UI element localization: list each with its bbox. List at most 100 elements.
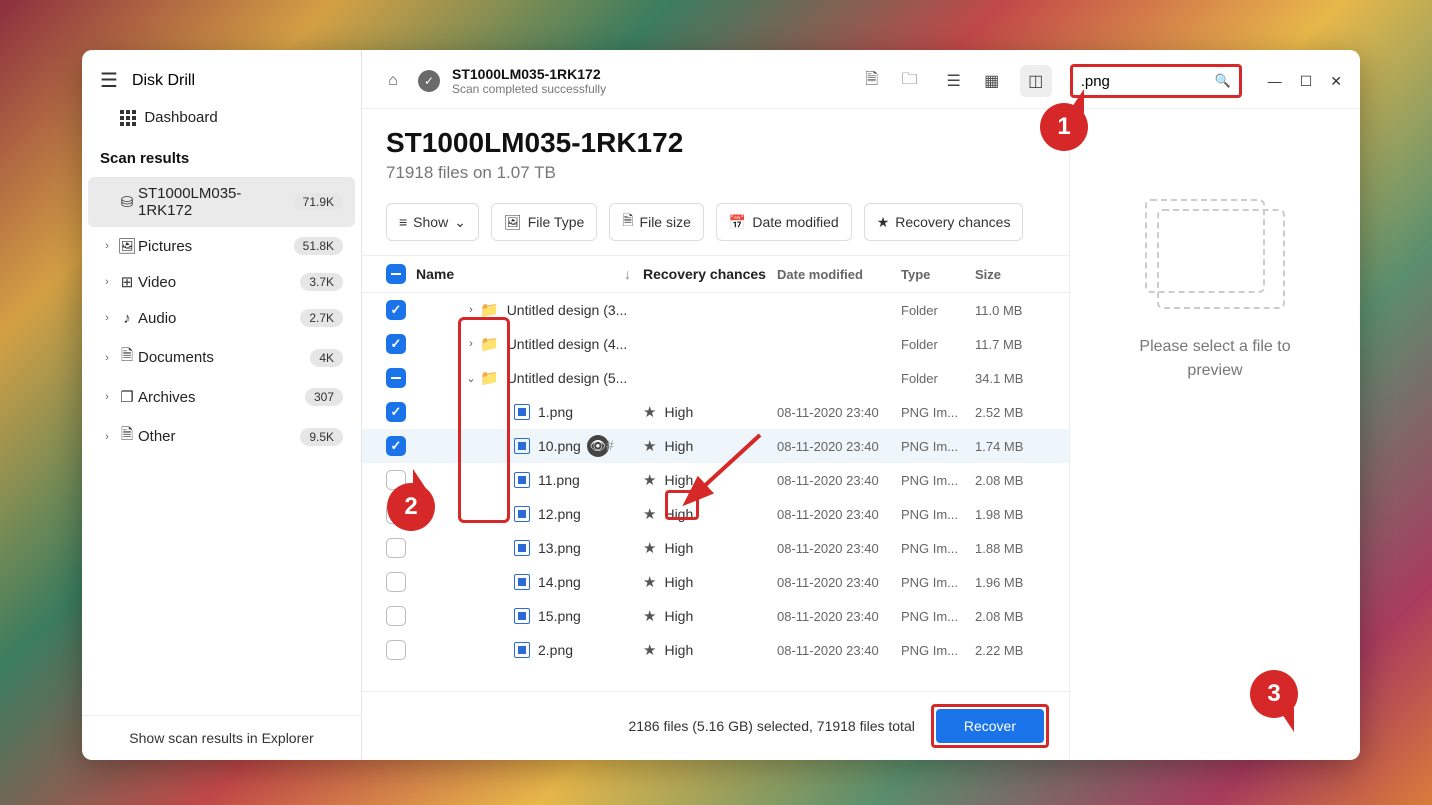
folder-icon[interactable]: 🗀 (894, 65, 926, 97)
drive-icon: ⛁ (116, 193, 138, 211)
file-icon (514, 472, 530, 488)
row-checkbox[interactable]: ✓ (386, 334, 406, 354)
file-name: Untitled design (3... (507, 302, 628, 318)
search-input[interactable] (1081, 73, 1215, 90)
annotation-1: 1 (1040, 103, 1088, 151)
list-view-icon[interactable]: ☰ (938, 65, 970, 97)
grid-view-icon[interactable]: ▦ (976, 65, 1008, 97)
page-subtitle: 71918 files on 1.07 TB (386, 163, 1045, 183)
sidebar-section-label: Scan results (82, 140, 361, 175)
topbar: ⌂ ✓ ST1000LM035-1RK172 Scan completed su… (362, 50, 1360, 109)
sidebar-item[interactable]: ›🗎Other9.5K (88, 416, 355, 457)
file-icon[interactable]: 🗎 (856, 65, 888, 97)
file-icon (514, 506, 530, 522)
star-icon: ★ (643, 403, 656, 421)
file-name: 14.png (538, 574, 581, 590)
star-icon: ★ (643, 607, 656, 625)
file-name: 15.png (538, 608, 581, 624)
file-name: 11.png (538, 472, 580, 488)
star-icon: ★ (643, 539, 656, 557)
page-title: ST1000LM035-1RK172 (386, 127, 1045, 159)
file-name: 2.png (538, 642, 573, 658)
table-row[interactable]: 13.png ★High 08-11-2020 23:40 PNG Im... … (362, 531, 1069, 565)
sidebar-dashboard[interactable]: Dashboard (82, 107, 361, 140)
show-filter-button[interactable]: ≡ Show ⌄ (386, 203, 479, 241)
maximize-button[interactable]: ☐ (1300, 73, 1313, 90)
search-icon[interactable]: 🔍 (1215, 73, 1231, 89)
preview-placeholder-icon (1145, 199, 1285, 309)
file-name: 13.png (538, 540, 581, 556)
col-recovery[interactable]: Recovery chances (643, 266, 777, 282)
col-size[interactable]: Size (975, 267, 1055, 282)
select-all-checkbox[interactable] (386, 264, 406, 284)
annotation-checkbox-outline (458, 317, 510, 523)
file-icon (514, 574, 530, 590)
audio-icon: ♪ (116, 310, 138, 327)
preview-panel-toggle[interactable]: ◫ (1020, 65, 1052, 97)
home-icon[interactable]: ⌂ (380, 68, 406, 94)
recover-button[interactable]: Recover (936, 709, 1044, 743)
show-in-explorer-button[interactable]: Show scan results in Explorer (82, 715, 361, 760)
row-checkbox[interactable]: ✓ (386, 436, 406, 456)
sidebar-item[interactable]: ›❐Archives307 (88, 380, 355, 414)
col-name[interactable]: Name (416, 266, 454, 282)
date-filter-button[interactable]: 📅 Date modified (716, 203, 852, 241)
table-header: Name↓ Recovery chances Date modified Typ… (362, 256, 1069, 293)
minimize-button[interactable]: — (1268, 73, 1282, 90)
sidebar-item[interactable]: ›⊞Video3.7K (88, 265, 355, 299)
doc-icon: 🗎 (116, 345, 138, 370)
row-checkbox[interactable] (386, 538, 406, 558)
row-checkbox[interactable] (386, 606, 406, 626)
col-type[interactable]: Type (901, 267, 975, 282)
file-name: Untitled design (5... (507, 370, 628, 386)
file-name: 12.png (538, 506, 581, 522)
file-name: 10.png (538, 438, 581, 454)
video-icon: ⊞ (116, 273, 138, 291)
preview-panel: Please select a file topreview (1070, 109, 1360, 760)
recovery-filter-button[interactable]: ★ Recovery chances (864, 203, 1024, 241)
annotation-arrow (680, 430, 780, 510)
breadcrumb-subtitle: Scan completed successfully (452, 82, 844, 96)
table-row[interactable]: 14.png ★High 08-11-2020 23:40 PNG Im... … (362, 565, 1069, 599)
row-checkbox[interactable]: ✓ (386, 300, 406, 320)
file-name: Untitled design (4... (507, 336, 628, 352)
table-row[interactable]: 15.png ★High 08-11-2020 23:40 PNG Im... … (362, 599, 1069, 633)
file-icon (514, 608, 530, 624)
footer-bar: 2186 files (5.16 GB) selected, 71918 fil… (362, 691, 1069, 760)
row-checkbox[interactable] (386, 640, 406, 660)
annotation-2: 2 (387, 483, 435, 531)
filesize-filter-button[interactable]: 🗎 File size (609, 203, 704, 241)
table-row[interactable]: 2.png ★High 08-11-2020 23:40 PNG Im... 2… (362, 633, 1069, 667)
star-icon: ★ (643, 573, 656, 591)
filetype-filter-button[interactable]: 🖼 File Type (491, 203, 597, 241)
sidebar-item[interactable]: ›♪Audio2.7K (88, 301, 355, 335)
breadcrumb-title: ST1000LM035-1RK172 (452, 66, 844, 82)
search-box[interactable]: 🔍 (1070, 64, 1242, 98)
row-checkbox[interactable] (386, 368, 406, 388)
row-checkbox[interactable]: ✓ (386, 402, 406, 422)
app-window: ☰ Disk Drill Dashboard Scan results ⛁ST1… (82, 50, 1360, 760)
hex-icon[interactable]: # (606, 437, 624, 455)
file-icon (514, 404, 530, 420)
app-title: Disk Drill (132, 72, 195, 90)
sidebar-item[interactable]: ⛁ST1000LM035-1RK17271.9K (88, 177, 355, 227)
sidebar-item[interactable]: ›🖼Pictures51.8K (88, 229, 355, 263)
star-icon: ★ (643, 641, 656, 659)
row-checkbox[interactable] (386, 572, 406, 592)
menu-icon[interactable]: ☰ (100, 68, 118, 93)
other-icon: 🗎 (116, 424, 138, 449)
star-icon: ★ (643, 471, 656, 489)
sidebar-item[interactable]: ›🗎Documents4K (88, 337, 355, 378)
main-panel: ⌂ ✓ ST1000LM035-1RK172 Scan completed su… (362, 50, 1360, 760)
archive-icon: ❐ (116, 388, 138, 406)
file-name: 1.png (538, 404, 573, 420)
star-icon: ★ (643, 437, 656, 455)
selection-stats: 2186 files (5.16 GB) selected, 71918 fil… (628, 718, 914, 734)
file-icon (514, 642, 530, 658)
grid-icon (120, 110, 136, 126)
file-icon (514, 438, 530, 454)
star-icon: ★ (643, 505, 656, 523)
col-date[interactable]: Date modified (777, 267, 901, 282)
annotation-3: 3 (1250, 670, 1298, 718)
close-button[interactable]: ✕ (1330, 73, 1342, 90)
